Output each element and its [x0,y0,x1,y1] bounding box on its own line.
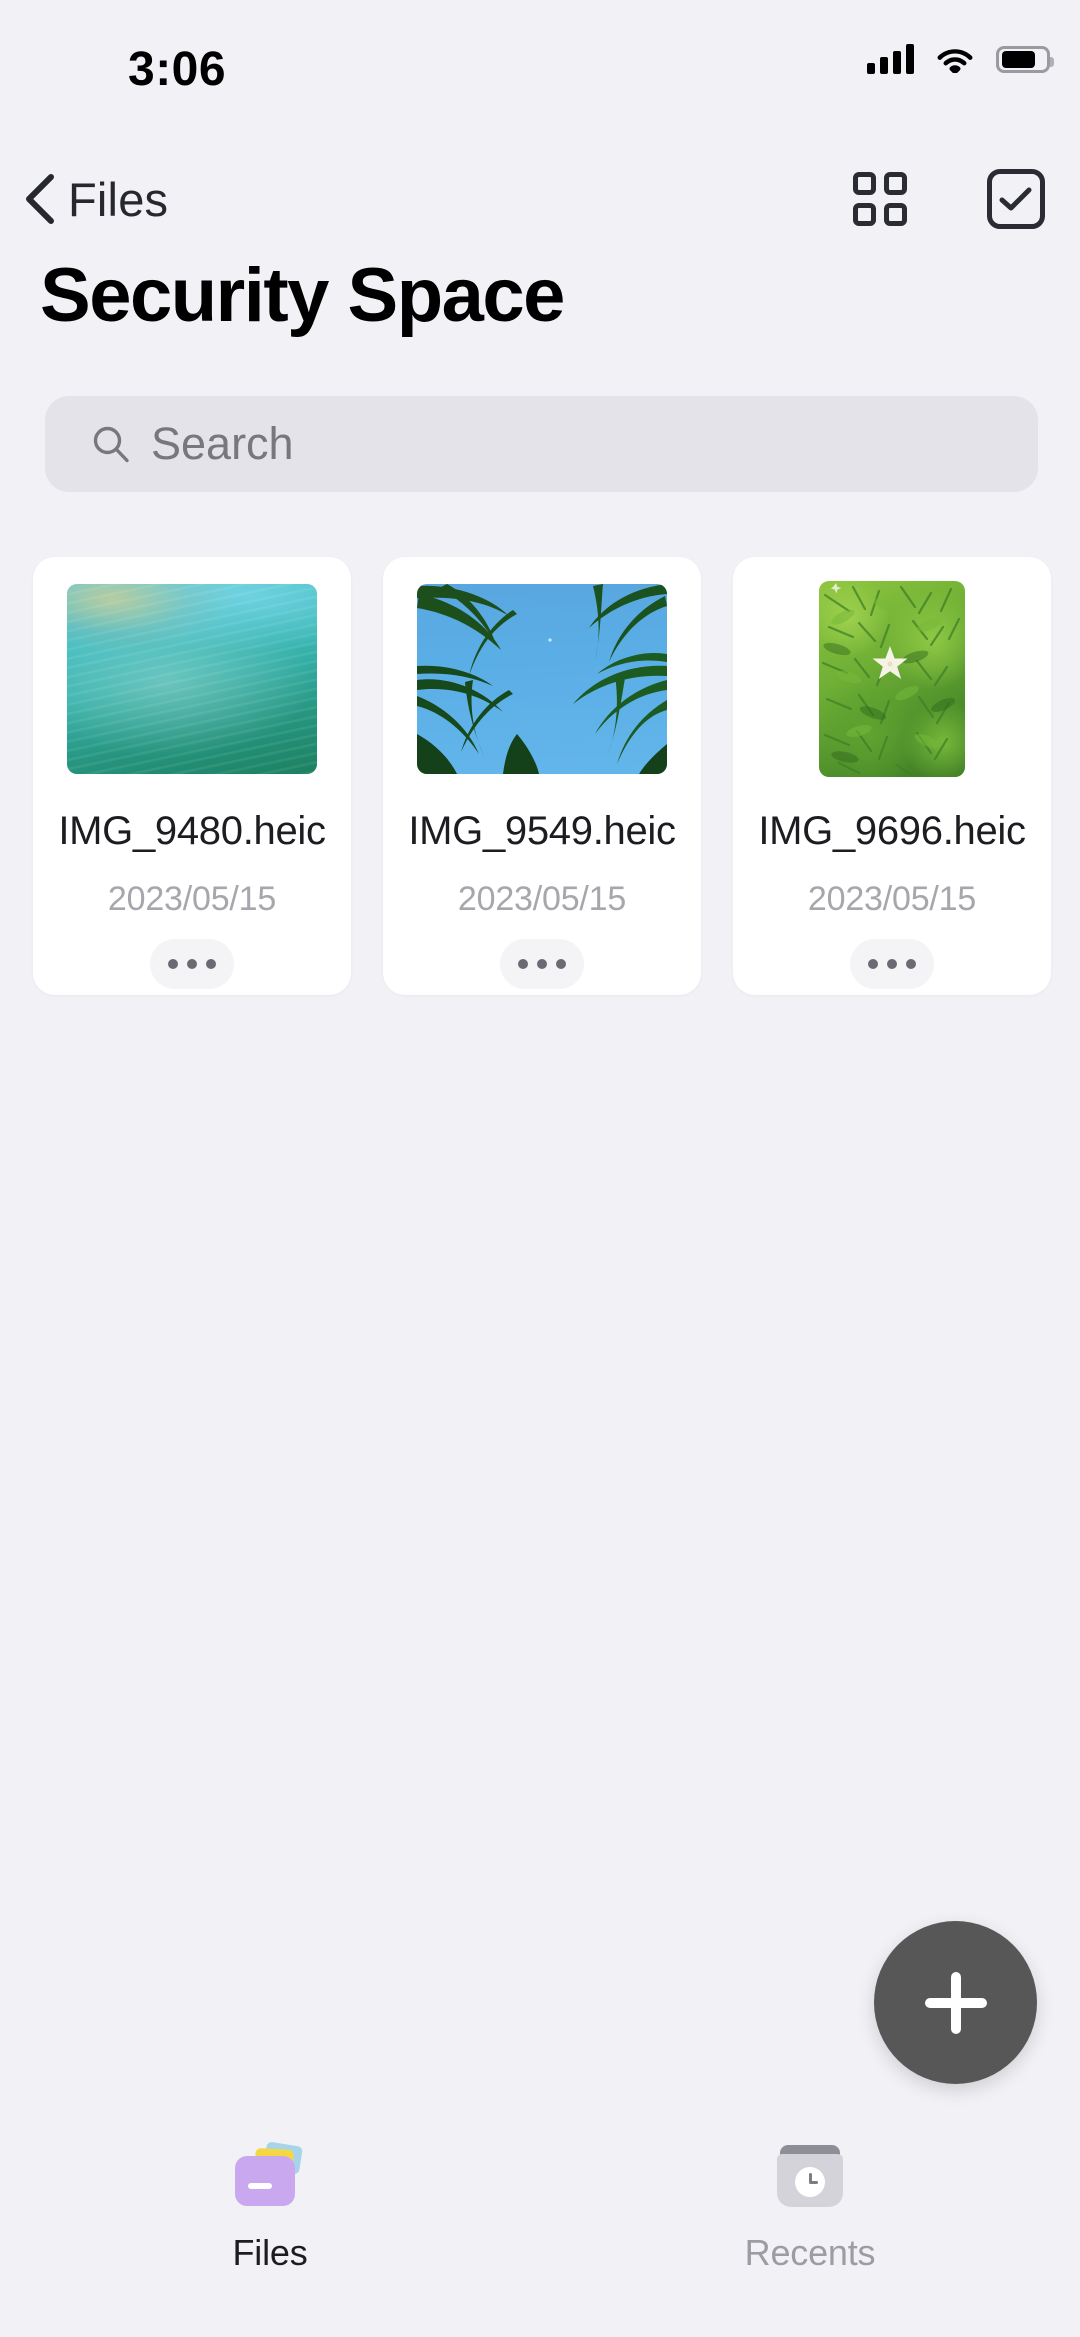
thumbnail-container [33,557,351,787]
tab-recents[interactable]: Recents [540,2119,1080,2289]
search-icon [91,424,131,464]
flower [873,646,908,679]
more-horizontal-icon [868,959,878,969]
select-button[interactable] [980,163,1052,235]
tab-files[interactable]: Files [0,2119,540,2289]
file-thumbnail-palms [417,584,667,774]
tab-bar: Files Recents [0,2119,1080,2289]
thumbnail-container [733,557,1051,787]
grid-view-button[interactable] [844,163,916,235]
status-bar: 3:06 [0,0,1080,150]
file-name: IMG_9480.heic [58,809,325,854]
tab-files-label: Files [232,2232,307,2274]
file-grid: IMG_9480.heic 2023/05/15 [33,557,1051,995]
back-button-label: Files [68,172,168,227]
add-button[interactable] [874,1921,1037,2084]
file-thumbnail-leaves [819,581,965,777]
tab-recents-label: Recents [745,2232,876,2274]
recents-clock-icon [767,2134,853,2220]
file-thumbnail-ocean [67,584,317,774]
search-field[interactable]: Search [45,396,1038,492]
file-name: IMG_9549.heic [408,809,675,854]
more-horizontal-icon [518,959,528,969]
chevron-left-icon [22,174,56,224]
file-date: 2023/05/15 [458,880,626,919]
file-card[interactable]: IMG_9696.heic 2023/05/15 [733,557,1051,995]
checkbox-select-icon [987,169,1045,229]
file-card[interactable]: IMG_9549.heic 2023/05/15 [383,557,701,995]
more-horizontal-icon [168,959,178,969]
file-name: IMG_9696.heic [758,809,1025,854]
nav-actions [844,163,1052,235]
file-date: 2023/05/15 [808,880,976,919]
file-card[interactable]: IMG_9480.heic 2023/05/15 [33,557,351,995]
file-date: 2023/05/15 [108,880,276,919]
back-button[interactable]: Files [22,161,180,237]
more-options-button[interactable] [850,939,934,989]
folder-icon [227,2134,313,2220]
wifi-icon [936,45,974,73]
grid-view-icon [853,172,907,226]
search-placeholder: Search [151,418,294,470]
status-indicators [867,44,1050,74]
navigation-bar: Files [0,155,1080,255]
phone-screen: 3:06 Files [0,0,1080,2337]
more-options-button[interactable] [150,939,234,989]
plus-icon [925,1972,987,2034]
page-title: Security Space [40,258,564,334]
cellular-signal-icon [867,44,914,74]
thumbnail-container [383,557,701,787]
more-options-button[interactable] [500,939,584,989]
status-time: 3:06 [128,42,226,97]
battery-icon [996,46,1050,73]
